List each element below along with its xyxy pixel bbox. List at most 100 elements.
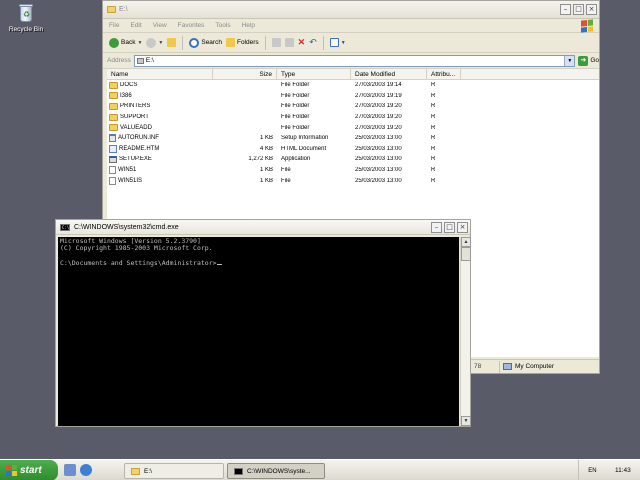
delete-button[interactable]: ✕ bbox=[298, 37, 306, 48]
minimize-button[interactable]: – bbox=[560, 4, 571, 15]
text-cursor bbox=[216, 263, 222, 265]
search-button[interactable]: Search bbox=[189, 37, 222, 48]
folder-icon bbox=[109, 102, 118, 110]
recycle-bin-icon: ♻ bbox=[16, 2, 36, 24]
move-to-icon bbox=[271, 38, 281, 47]
table-row[interactable]: DOCS File Folder 27/03/2003 19:14 R bbox=[107, 80, 599, 91]
back-arrow-icon bbox=[109, 37, 119, 48]
menu-tools[interactable]: Tools bbox=[215, 22, 230, 29]
maximize-button[interactable]: □ bbox=[444, 221, 455, 233]
my-computer-icon bbox=[503, 363, 512, 370]
file-name: AUTORUN.INF bbox=[118, 135, 159, 142]
table-row[interactable]: SETUP.EXE 1,272 KB Application 25/03/200… bbox=[107, 154, 599, 165]
close-button[interactable]: × bbox=[586, 4, 597, 15]
folder-icon bbox=[131, 467, 140, 475]
file-attr: R bbox=[431, 177, 436, 184]
move-to-button[interactable] bbox=[271, 38, 281, 47]
file-name: VALUEADD bbox=[120, 124, 152, 131]
clock[interactable]: 11:43 bbox=[615, 467, 631, 474]
language-indicator[interactable]: EN bbox=[588, 468, 596, 474]
toolbar-separator bbox=[322, 35, 324, 50]
menu-view[interactable]: View bbox=[153, 22, 167, 29]
console-scrollbar[interactable]: ▲ ▼ bbox=[460, 237, 471, 426]
column-header-date-modified[interactable]: Date Modified bbox=[351, 69, 427, 79]
chevron-down-icon[interactable]: ▼ bbox=[137, 40, 142, 46]
taskbar-button-explorer[interactable]: E:\ bbox=[124, 463, 224, 479]
chevron-down-icon[interactable]: ▼ bbox=[564, 55, 575, 66]
system-tray: EN 11:43 bbox=[578, 460, 640, 480]
table-row[interactable]: AUTORUN.INF 1 KB Setup Information 25/03… bbox=[107, 133, 599, 144]
folders-icon bbox=[225, 38, 235, 47]
up-folder-button[interactable] bbox=[167, 38, 177, 47]
taskbar-button-cmd[interactable]: C:\WINDOWS\syste... bbox=[227, 463, 325, 479]
table-row[interactable]: SUPPORT File Folder 27/03/2003 19:20 R bbox=[107, 112, 599, 123]
menu-favorites[interactable]: Favorites bbox=[178, 22, 205, 29]
file-date: 25/03/2003 13:00 bbox=[355, 135, 402, 142]
setup-info-icon bbox=[109, 134, 116, 143]
maximize-button[interactable]: □ bbox=[573, 4, 584, 15]
file-attr: R bbox=[431, 145, 436, 152]
recycle-bin-label: Recycle Bin bbox=[8, 26, 44, 33]
status-divider bbox=[499, 360, 500, 373]
chevron-down-icon[interactable]: ▼ bbox=[341, 40, 346, 46]
undo-button[interactable]: ↶ bbox=[309, 37, 317, 48]
file-type: File Folder bbox=[281, 114, 310, 121]
back-button[interactable]: Back ▼ bbox=[109, 37, 142, 48]
file-type: Application bbox=[281, 156, 311, 163]
file-type: Setup Information bbox=[281, 135, 329, 142]
file-type: File Folder bbox=[281, 124, 310, 131]
back-label: Back bbox=[121, 39, 136, 46]
file-size: 1 KB bbox=[259, 177, 273, 184]
folders-label: Folders bbox=[236, 39, 259, 46]
internet-explorer-icon[interactable] bbox=[80, 464, 92, 476]
go-label: Go bbox=[590, 57, 599, 64]
file-date: 27/03/2003 19:19 bbox=[355, 92, 402, 99]
html-document-icon bbox=[109, 144, 117, 153]
console-icon bbox=[234, 467, 243, 475]
file-date: 27/03/2003 19:14 bbox=[355, 82, 402, 89]
file-type: File Folder bbox=[281, 103, 310, 110]
folders-button[interactable]: Folders bbox=[225, 38, 259, 47]
explorer-title-bar[interactable]: E:\ – □ × bbox=[103, 1, 599, 19]
cmd-window[interactable]: C:\ C:\WINDOWS\system32\cmd.exe – □ × Mi… bbox=[55, 219, 471, 427]
copy-to-button[interactable] bbox=[284, 38, 294, 47]
table-row[interactable]: WIN51 1 KB File 25/03/2003 13:00 R bbox=[107, 165, 599, 176]
chevron-down-icon[interactable]: ▼ bbox=[158, 40, 163, 46]
explorer-menu-bar: File Edit View Favorites Tools Help bbox=[103, 19, 599, 33]
start-button[interactable]: start bbox=[0, 460, 58, 480]
scroll-up-icon[interactable]: ▲ bbox=[461, 237, 471, 247]
menu-edit[interactable]: Edit bbox=[130, 22, 141, 29]
recycle-bin-desktop-icon[interactable]: ♻ Recycle Bin bbox=[6, 2, 46, 33]
scroll-down-icon[interactable]: ▼ bbox=[461, 416, 471, 426]
explorer-quick-launch-icon[interactable] bbox=[64, 464, 76, 476]
windows-logo-icon bbox=[581, 19, 593, 33]
column-header-name[interactable]: Name bbox=[107, 69, 213, 79]
menu-file[interactable]: File bbox=[109, 22, 119, 29]
go-button[interactable]: ➜ Go bbox=[578, 55, 599, 66]
address-input[interactable]: E:\ ▼ bbox=[133, 54, 576, 67]
console-output[interactable]: Microsoft Windows [Version 5.2.3790] (C) … bbox=[58, 237, 459, 426]
console-icon: C:\ bbox=[60, 223, 70, 231]
forward-button[interactable]: ▼ bbox=[146, 37, 163, 48]
column-header-size[interactable]: Size bbox=[213, 69, 277, 79]
undo-icon: ↶ bbox=[309, 37, 317, 47]
table-row[interactable]: README.HTM 4 KB HTML Document 25/03/2003… bbox=[107, 144, 599, 155]
file-attr: R bbox=[431, 135, 436, 142]
cmd-title-bar[interactable]: C:\ C:\WINDOWS\system32\cmd.exe – □ × bbox=[56, 220, 470, 235]
toolbar-separator bbox=[182, 35, 184, 50]
file-size: 4 KB bbox=[259, 145, 273, 152]
table-row[interactable]: I386 File Folder 27/03/2003 19:19 R bbox=[107, 91, 599, 102]
column-header-type[interactable]: Type bbox=[277, 69, 351, 79]
minimize-button[interactable]: – bbox=[431, 221, 442, 233]
table-row[interactable]: VALUEADD File Folder 27/03/2003 19:20 R bbox=[107, 122, 599, 133]
cmd-title: C:\WINDOWS\system32\cmd.exe bbox=[74, 223, 179, 231]
table-row[interactable]: PRINTERS File Folder 27/03/2003 19:20 R bbox=[107, 101, 599, 112]
column-header-attributes[interactable]: Attribu... bbox=[427, 69, 461, 79]
start-label: start bbox=[20, 465, 42, 476]
table-row[interactable]: WIN51IS 1 KB File 25/03/2003 13:00 R bbox=[107, 175, 599, 186]
scroll-thumb[interactable] bbox=[461, 247, 471, 261]
close-button[interactable]: × bbox=[457, 221, 468, 233]
views-button[interactable]: ▼ bbox=[329, 38, 346, 47]
menu-help[interactable]: Help bbox=[242, 22, 255, 29]
file-icon bbox=[109, 166, 116, 175]
